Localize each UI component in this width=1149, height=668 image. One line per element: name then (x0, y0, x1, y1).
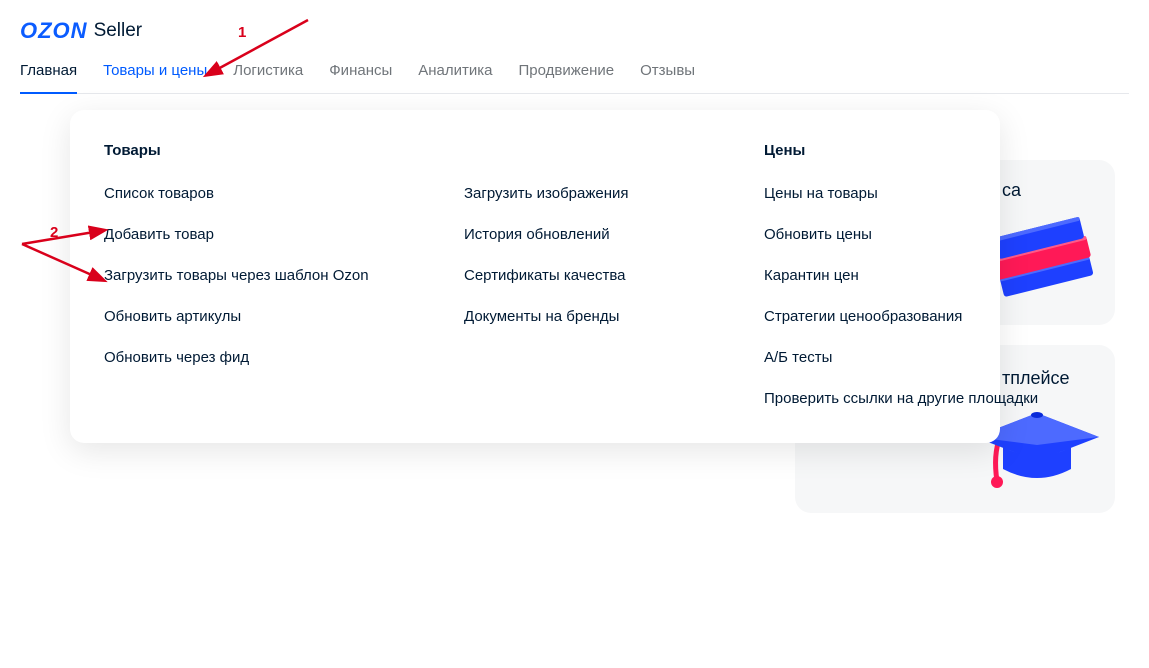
nav-item-finance[interactable]: Финансы (329, 62, 392, 93)
logo[interactable]: OZON Seller (20, 18, 1129, 44)
dropdown-col-products-2: . Загрузить изображения История обновлен… (464, 142, 704, 407)
nav-item-promotion[interactable]: Продвижение (519, 62, 615, 93)
dropdown-heading-prices: Цены (764, 142, 1064, 159)
link-brand-docs[interactable]: Документы на бренды (464, 308, 704, 325)
nav-item-products-prices[interactable]: Товары и цены (103, 62, 207, 93)
logo-suffix: Seller (94, 20, 143, 42)
dropdown-col-products: Товары Список товаров Добавить товар Заг… (104, 142, 404, 407)
nav-item-analytics[interactable]: Аналитика (418, 62, 492, 93)
link-check-links[interactable]: Проверить ссылки на другие площадки (764, 390, 1064, 407)
nav-item-reviews[interactable]: Отзывы (640, 62, 695, 93)
link-add-product[interactable]: Добавить товар (104, 226, 404, 243)
link-product-prices[interactable]: Цены на товары (764, 185, 1064, 202)
link-update-feed[interactable]: Обновить через фид (104, 349, 404, 366)
link-pricing-strategies[interactable]: Стратегии ценообразования (764, 308, 1064, 325)
products-prices-dropdown: Товары Список товаров Добавить товар Заг… (70, 110, 1000, 443)
link-quality-certs[interactable]: Сертификаты качества (464, 267, 704, 284)
main-nav: Главная Товары и цены Логистика Финансы … (20, 62, 1129, 94)
header: OZON Seller Главная Товары и цены Логист… (0, 0, 1149, 94)
dropdown-heading-products: Товары (104, 142, 404, 159)
link-product-list[interactable]: Список товаров (104, 185, 404, 202)
link-update-prices[interactable]: Обновить цены (764, 226, 1064, 243)
link-upload-images[interactable]: Загрузить изображения (464, 185, 704, 202)
link-price-quarantine[interactable]: Карантин цен (764, 267, 1064, 284)
link-update-sku[interactable]: Обновить артикулы (104, 308, 404, 325)
link-ab-tests[interactable]: А/Б тесты (764, 349, 1064, 366)
annotation-label-2: 2 (50, 224, 58, 241)
nav-item-main[interactable]: Главная (20, 62, 77, 93)
logo-brand: OZON (20, 18, 88, 44)
link-upload-template[interactable]: Загрузить товары через шаблон Ozon (104, 267, 404, 284)
nav-item-logistics[interactable]: Логистика (233, 62, 303, 93)
dropdown-col-prices: Цены Цены на товары Обновить цены Карант… (764, 142, 1064, 407)
link-update-history[interactable]: История обновлений (464, 226, 704, 243)
